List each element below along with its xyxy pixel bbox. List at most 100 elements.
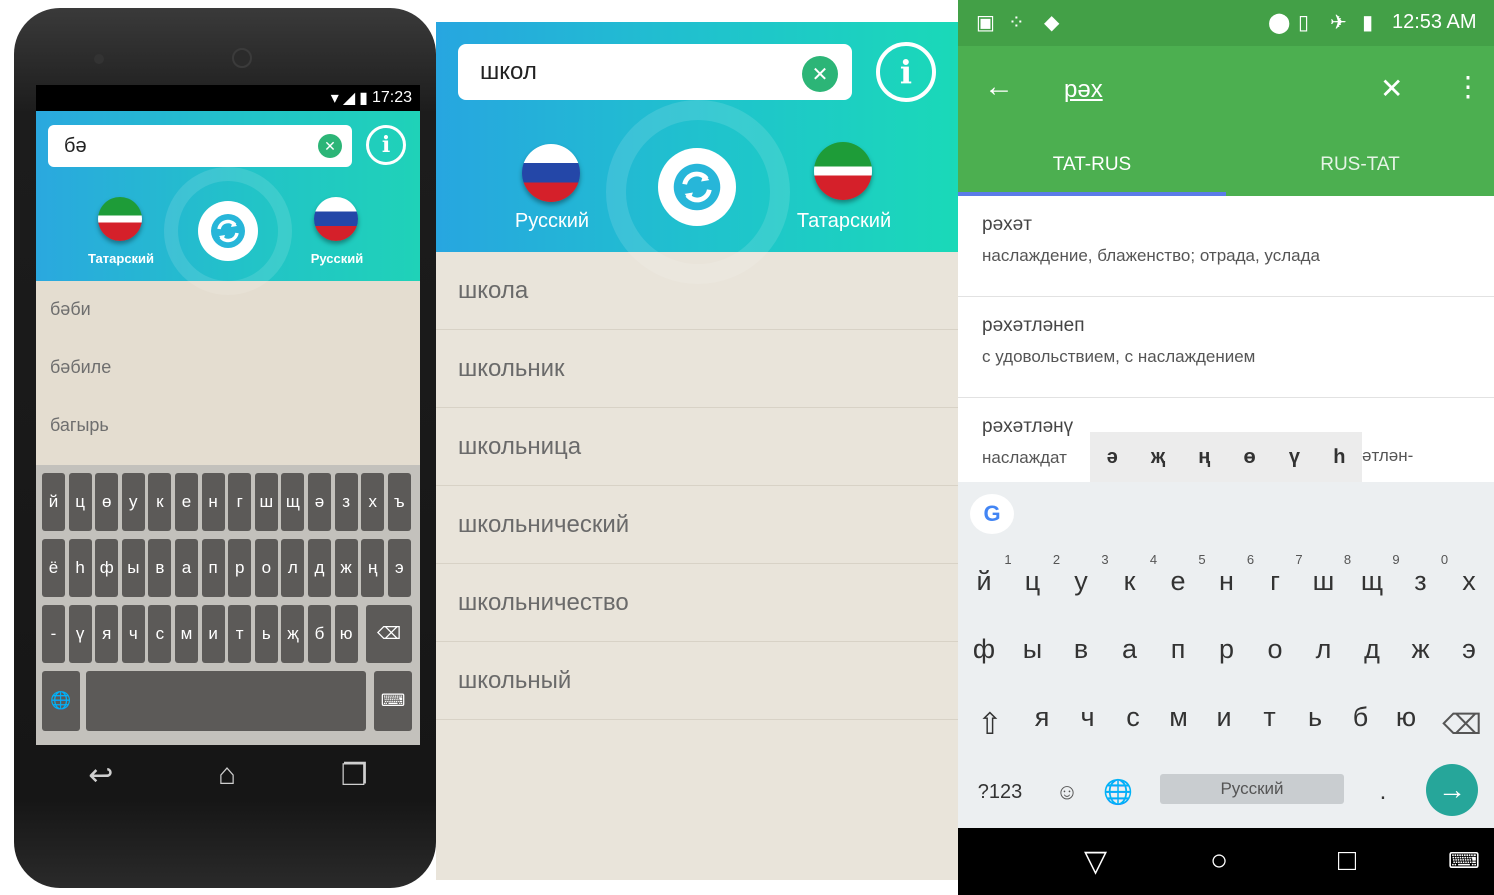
space-key[interactable]: Русский bbox=[1160, 774, 1344, 804]
keyboard-key[interactable]: һ bbox=[68, 539, 92, 597]
keyboard-key[interactable]: н bbox=[201, 473, 225, 531]
keyboard-key[interactable]: й1 bbox=[960, 552, 1011, 597]
clear-icon[interactable]: ✕ bbox=[318, 134, 342, 158]
keyboard-key[interactable]: я bbox=[95, 605, 119, 663]
keyboard-key[interactable]: ь bbox=[1291, 702, 1339, 733]
globe-icon[interactable]: 🌐 bbox=[42, 671, 80, 731]
keyboard-key[interactable]: р bbox=[228, 539, 252, 597]
keyboard-key[interactable]: - bbox=[42, 605, 65, 663]
tatar-flag-icon[interactable] bbox=[814, 142, 872, 200]
keyboard-key[interactable]: ө bbox=[95, 473, 119, 531]
keyboard-key[interactable]: е bbox=[175, 473, 198, 531]
search-input[interactable]: рәх bbox=[1064, 76, 1103, 104]
swap-languages-button[interactable] bbox=[658, 148, 736, 226]
keyboard-key[interactable]: ы bbox=[121, 539, 145, 597]
recents-icon[interactable]: □ bbox=[1338, 844, 1356, 878]
keyboard-key[interactable]: у bbox=[121, 473, 145, 531]
keyboard-key[interactable]: д bbox=[1348, 634, 1396, 665]
keyboard-key[interactable]: б bbox=[1337, 702, 1385, 733]
extra-letter-key[interactable]: ү bbox=[1289, 446, 1300, 469]
keyboard-key[interactable]: т bbox=[228, 605, 252, 663]
keyboard-key[interactable]: ь bbox=[254, 605, 278, 663]
keyboard-key[interactable]: с bbox=[1109, 702, 1157, 733]
keyboard-key[interactable]: и bbox=[201, 605, 225, 663]
keyboard-key[interactable]: ц bbox=[68, 473, 92, 531]
keyboard-key[interactable]: г7 bbox=[1251, 552, 1303, 597]
extra-letter-key[interactable]: җ bbox=[1151, 446, 1165, 469]
keyboard-key[interactable]: ю bbox=[1382, 702, 1430, 733]
recents-icon[interactable]: ❐ bbox=[341, 758, 368, 793]
tab-rus-tat[interactable]: RUS-TAT bbox=[1226, 134, 1494, 196]
keyboard-key[interactable]: о bbox=[254, 539, 278, 597]
keyboard-icon[interactable]: ⌨ bbox=[374, 671, 412, 731]
suggestion-item[interactable]: бәбиле bbox=[50, 357, 111, 378]
keyboard-key[interactable]: я bbox=[1018, 702, 1066, 733]
backspace-icon[interactable]: ⌫ bbox=[1440, 702, 1484, 746]
result-item[interactable]: школьнический bbox=[436, 486, 958, 564]
result-item[interactable]: школа bbox=[436, 252, 958, 330]
keyboard-key[interactable]: м bbox=[175, 605, 198, 663]
keyboard-key[interactable]: ә bbox=[308, 473, 331, 531]
keyboard-key[interactable]: е5 bbox=[1154, 552, 1205, 597]
keyboard-key[interactable]: ң bbox=[361, 539, 385, 597]
keyboard-key[interactable]: п bbox=[1154, 634, 1202, 665]
keyboard-key[interactable]: к4 bbox=[1106, 552, 1158, 597]
keyboard-key[interactable]: р bbox=[1203, 634, 1251, 665]
keyboard-key[interactable]: з bbox=[334, 473, 358, 531]
keyboard-key[interactable]: ъ bbox=[387, 473, 411, 531]
keyboard-key[interactable]: щ9 bbox=[1348, 552, 1400, 597]
keyboard-key[interactable]: ф bbox=[95, 539, 119, 597]
back-arrow-icon[interactable]: ← bbox=[984, 70, 1014, 104]
search-input[interactable]: школ bbox=[458, 44, 852, 100]
info-icon[interactable]: i bbox=[366, 125, 406, 165]
clear-icon[interactable]: ✕ bbox=[1380, 72, 1403, 105]
keyboard-key[interactable]: э bbox=[1445, 634, 1493, 665]
shift-icon[interactable]: ⇧ bbox=[970, 702, 1010, 746]
keyboard-key[interactable]: ж bbox=[334, 539, 358, 597]
keyboard-key[interactable]: х bbox=[361, 473, 385, 531]
keyboard-key[interactable]: л bbox=[281, 539, 305, 597]
back-icon[interactable]: ↩ bbox=[88, 758, 113, 793]
home-icon[interactable]: ○ bbox=[1210, 844, 1228, 878]
result-item[interactable]: рәхәт наслаждение, блаженство; отрада, у… bbox=[958, 196, 1494, 297]
keyboard-key[interactable]: ү bbox=[68, 605, 92, 663]
period-key[interactable]: . bbox=[1368, 772, 1398, 812]
result-item[interactable]: школьник bbox=[436, 330, 958, 408]
google-icon[interactable]: G bbox=[970, 494, 1014, 534]
symbols-key[interactable]: ?123 bbox=[968, 772, 1032, 812]
result-item[interactable]: школьный bbox=[436, 642, 958, 720]
enter-icon[interactable]: → bbox=[1426, 764, 1478, 816]
keyboard-key[interactable]: а bbox=[1106, 634, 1154, 665]
space-key[interactable] bbox=[86, 671, 366, 731]
keyboard-key[interactable]: с bbox=[148, 605, 172, 663]
keyboard-key[interactable]: щ bbox=[281, 473, 305, 531]
keyboard-key[interactable]: м bbox=[1155, 702, 1203, 733]
extra-letter-key[interactable]: ө bbox=[1244, 446, 1256, 469]
keyboard-key[interactable]: п bbox=[201, 539, 225, 597]
clear-icon[interactable]: ✕ bbox=[802, 56, 838, 92]
keyboard-key[interactable]: о bbox=[1251, 634, 1299, 665]
backspace-icon[interactable]: ⌫ bbox=[366, 605, 412, 663]
emoji-icon[interactable]: ☺ bbox=[1050, 772, 1084, 812]
keyboard-key[interactable]: н6 bbox=[1203, 552, 1254, 597]
keyboard-key[interactable]: ё bbox=[42, 539, 65, 597]
keyboard-key[interactable]: ч bbox=[1064, 702, 1112, 733]
keyboard-key[interactable]: ш8 bbox=[1300, 552, 1351, 597]
russian-flag-icon[interactable] bbox=[314, 197, 358, 241]
keyboard-key[interactable]: к bbox=[148, 473, 172, 531]
info-icon[interactable]: i bbox=[876, 42, 936, 102]
home-icon[interactable]: ⌂ bbox=[218, 758, 236, 792]
keyboard-icon[interactable]: ⌨ bbox=[1448, 848, 1480, 874]
russian-flag-icon[interactable] bbox=[522, 144, 580, 202]
keyboard-key[interactable]: ы bbox=[1009, 634, 1057, 665]
result-item[interactable]: школьничество bbox=[436, 564, 958, 642]
suggestion-item[interactable]: багырь bbox=[50, 415, 109, 436]
keyboard-key[interactable]: ч bbox=[121, 605, 145, 663]
keyboard-key[interactable]: г bbox=[228, 473, 252, 531]
more-options-icon[interactable]: ⋮ bbox=[1454, 70, 1482, 103]
search-input[interactable]: бә bbox=[48, 125, 352, 167]
globe-icon[interactable]: 🌐 bbox=[1098, 772, 1138, 812]
extra-letter-key[interactable]: һ bbox=[1333, 446, 1345, 469]
keyboard-key[interactable]: л bbox=[1300, 634, 1348, 665]
keyboard-key[interactable]: ш bbox=[254, 473, 278, 531]
